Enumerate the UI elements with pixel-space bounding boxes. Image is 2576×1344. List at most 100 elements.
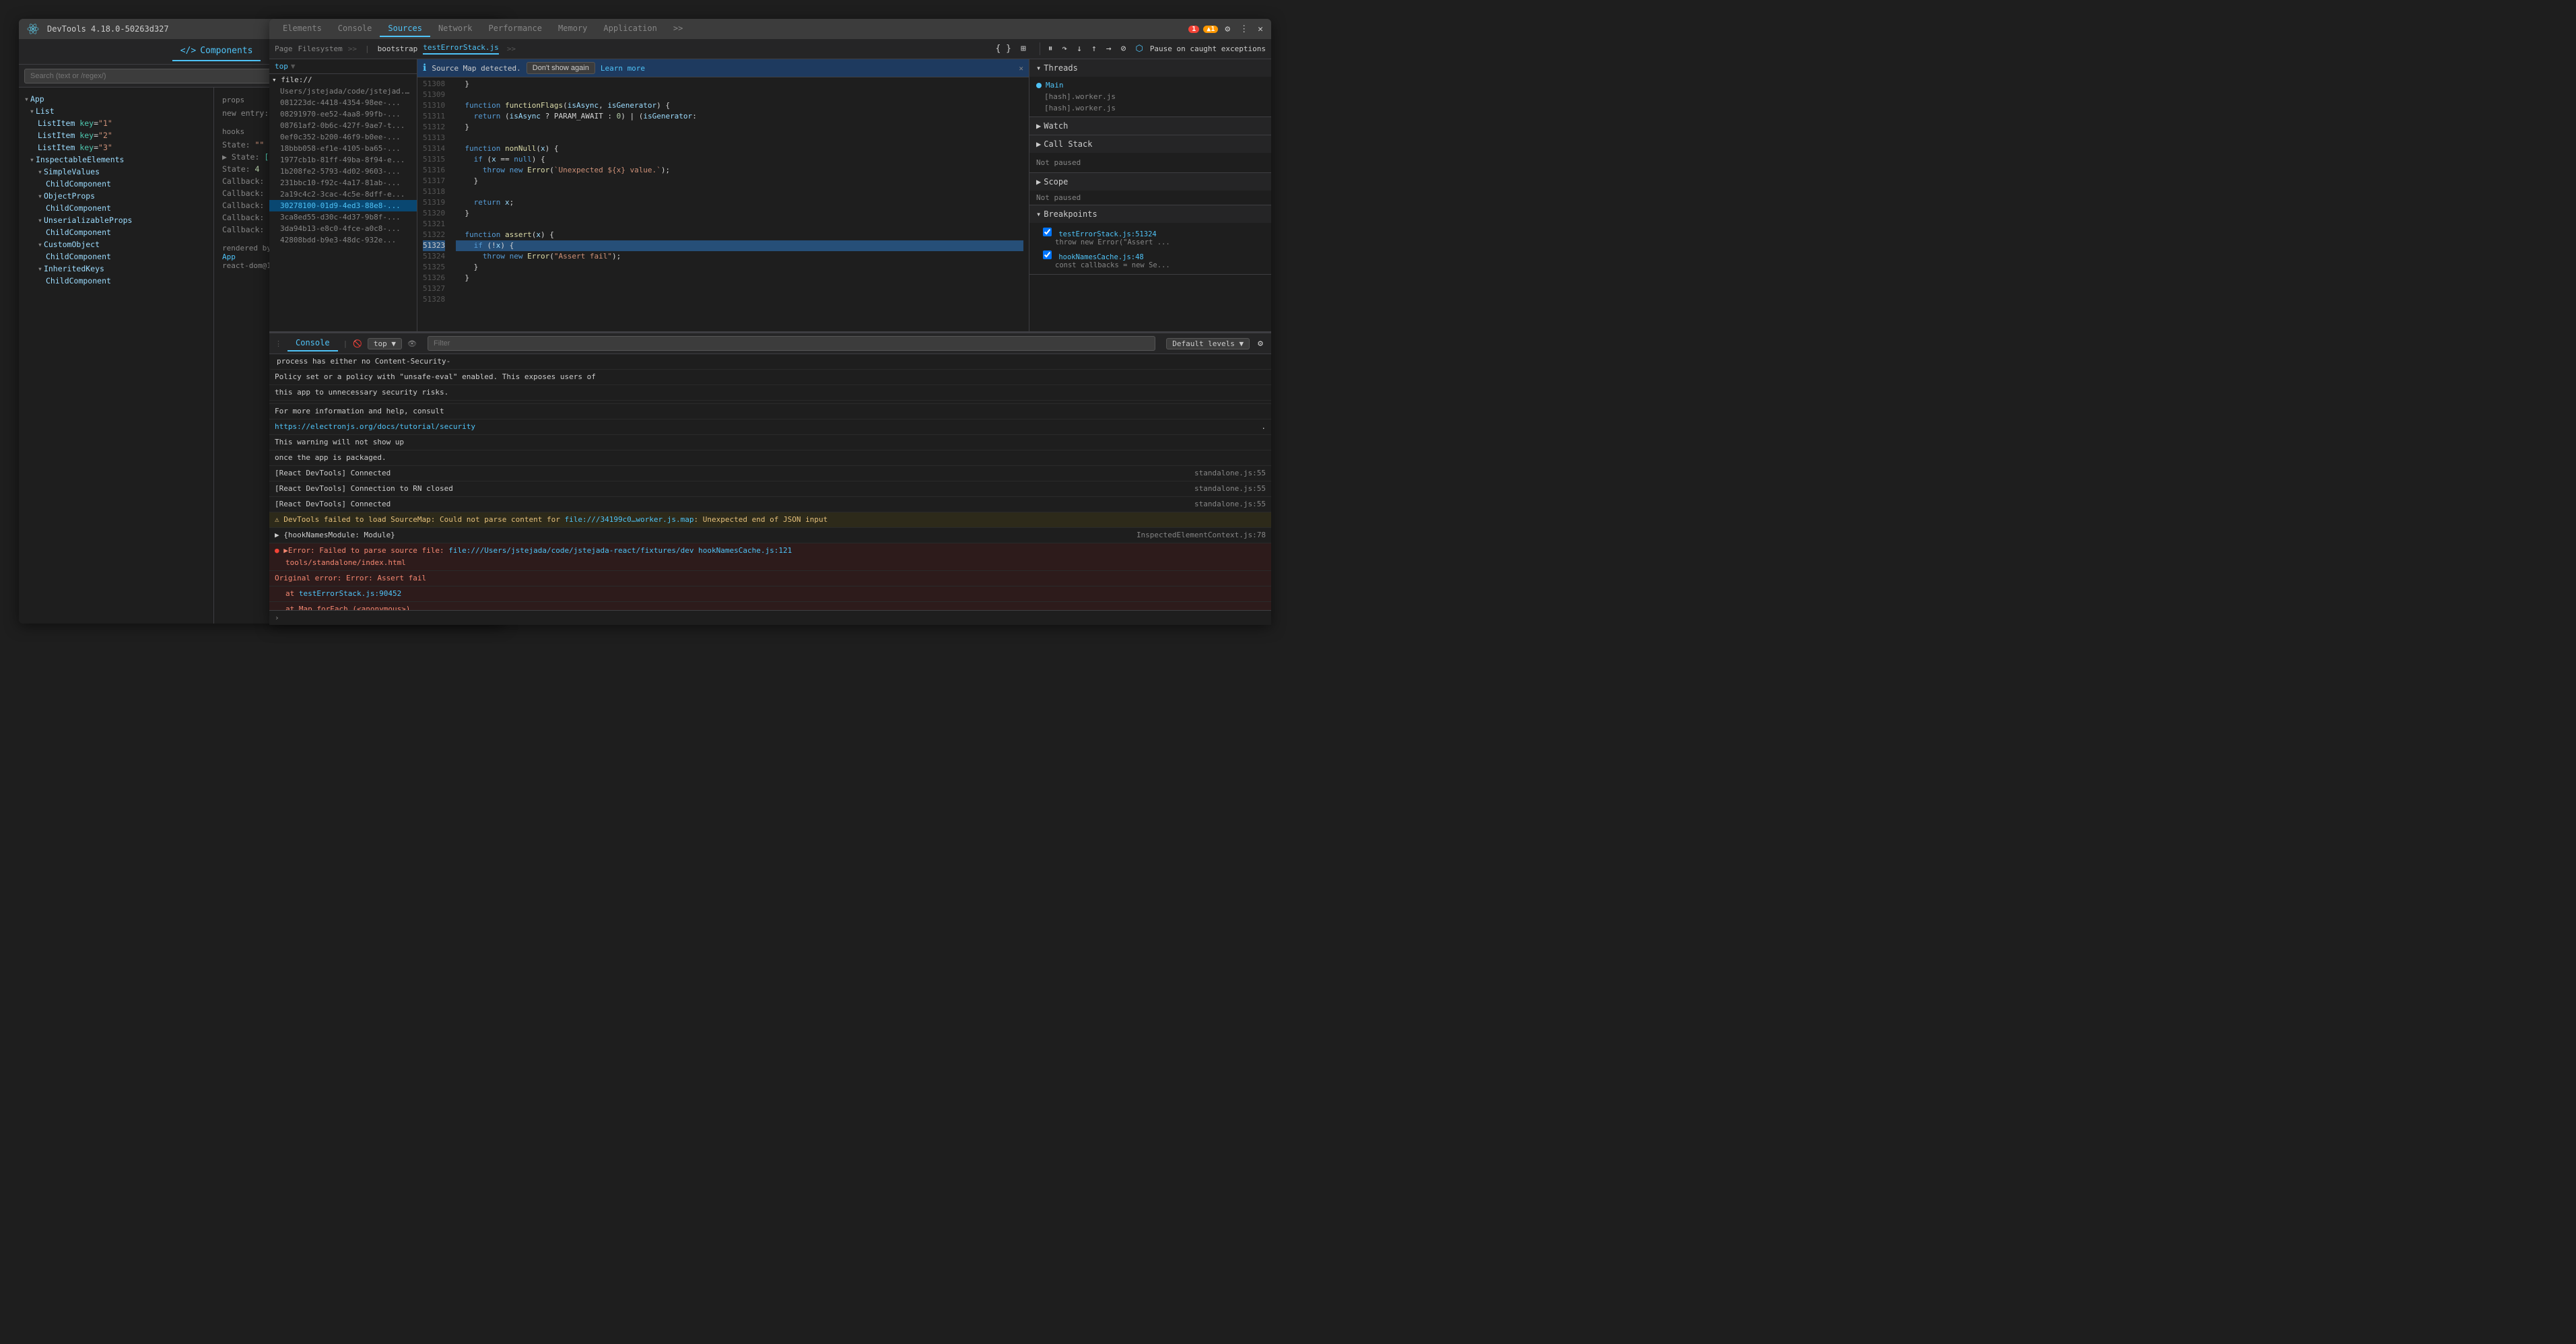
tree-item-unserializable[interactable]: ▾UnserializableProps <box>19 214 213 226</box>
threads-header[interactable]: ▾ Threads <box>1029 59 1271 77</box>
source-standalone3[interactable]: standalone.js:55 <box>1194 498 1266 510</box>
thread-worker2: [hash].worker.js <box>1036 102 1264 114</box>
deactivate-icon[interactable]: ⊘ <box>1118 42 1129 55</box>
tree-item-listitem1[interactable]: ListItem key="1" <box>19 117 213 129</box>
clear-console-icon[interactable]: 🚫 <box>353 339 362 348</box>
bp-checkbox-2[interactable] <box>1043 250 1052 259</box>
watch-header[interactable]: ▶ Watch <box>1029 117 1271 135</box>
tree-item-simple[interactable]: ▾SimpleValues <box>19 166 213 178</box>
tree-item-child4[interactable]: ChildComponent <box>19 250 213 263</box>
tree-item-listitem3[interactable]: ListItem key="3" <box>19 141 213 154</box>
tab-elements[interactable]: Elements <box>275 21 330 37</box>
context-arrow[interactable]: ▼ <box>291 62 296 71</box>
tree-item-listitem2[interactable]: ListItem key="2" <box>19 129 213 141</box>
close-icon[interactable]: ✕ <box>1255 23 1266 36</box>
pause-exceptions-icon[interactable]: ⬡ <box>1132 42 1145 55</box>
file-item-7[interactable]: 1b208fe2-5793-4d02-9603-... <box>269 166 417 177</box>
tab-performance[interactable]: Performance <box>481 21 550 37</box>
source-standalone1[interactable]: standalone.js:55 <box>1194 467 1266 479</box>
file-item-6[interactable]: 1977cb1b-81ff-49ba-8f94-e... <box>269 154 417 166</box>
console-drag-icon[interactable]: ⋮ <box>275 339 282 348</box>
file-item-8[interactable]: 231bbc10-f92c-4a17-81ab-... <box>269 177 417 189</box>
tree-item-inherited[interactable]: ▾InheritedKeys <box>19 263 213 275</box>
file-item-0[interactable]: Users/jstejada/code/jstejad... <box>269 86 417 97</box>
thread-worker1-label[interactable]: [hash].worker.js <box>1044 92 1116 101</box>
breakpoints-header[interactable]: ▾ Breakpoints <box>1029 205 1271 223</box>
tree-item-child1[interactable]: ChildComponent <box>19 178 213 190</box>
page-label[interactable]: Page <box>275 44 293 53</box>
step-icon[interactable]: → <box>1104 42 1114 55</box>
console-filter-input[interactable] <box>428 336 1155 351</box>
watch-label: Watch <box>1044 121 1068 131</box>
banner-close-icon[interactable]: ✕ <box>1019 64 1023 73</box>
file-item-1[interactable]: 081223dc-4418-4354-98ee-... <box>269 97 417 108</box>
step-out-icon[interactable]: ↑ <box>1089 42 1099 55</box>
pause-icon[interactable]: ⏸ <box>1046 42 1056 55</box>
tree-item-list[interactable]: ▾List <box>19 105 213 117</box>
thread-worker2-label[interactable]: [hash].worker.js <box>1044 104 1116 112</box>
file-item-5[interactable]: 18bbb058-ef1e-4105-ba65-... <box>269 143 417 154</box>
thread-main-label[interactable]: Main <box>1046 81 1064 90</box>
tree-item-child5[interactable]: ChildComponent <box>19 275 213 287</box>
electron-security-link[interactable]: https://electronjs.org/docs/tutorial/sec… <box>275 421 475 433</box>
rendered-by-app[interactable]: App <box>222 253 236 261</box>
top-context[interactable]: top <box>275 62 288 71</box>
tree-item-app[interactable]: ▾App <box>19 93 213 105</box>
pause-on-caught[interactable]: Pause on caught exceptions <box>1150 44 1266 53</box>
scope-header[interactable]: ▶ Scope <box>1029 173 1271 191</box>
source-tab-bootstrap[interactable]: bootstrap <box>378 44 418 53</box>
sourcemap-link[interactable]: file:///34199c0…worker.js.map <box>564 515 693 524</box>
file-item-11[interactable]: 3ca8ed55-d30c-4d37-9b8f-... <box>269 211 417 223</box>
bp-file-2[interactable]: hookNamesCache.js:48 <box>1058 253 1143 261</box>
format-icon[interactable]: { } <box>993 42 1014 55</box>
tab-sources[interactable]: Sources <box>380 21 430 37</box>
console-input[interactable] <box>282 613 1266 622</box>
bp-file-1[interactable]: testErrorStack.js:51324 <box>1058 230 1156 238</box>
call-stack-header[interactable]: ▶ Call Stack <box>1029 135 1271 153</box>
console-settings-icon[interactable]: ⚙ <box>1255 337 1266 350</box>
eye-icon[interactable]: 👁 <box>407 339 417 348</box>
tree-item-inspectable[interactable]: ▾InspectableElements <box>19 154 213 166</box>
file-item-12[interactable]: 3da94b13-e8c0-4fce-a0c8-... <box>269 223 417 234</box>
tree-item-custom[interactable]: ▾CustomObject <box>19 238 213 250</box>
source-map-text: Source Map detected. <box>432 64 520 73</box>
file-item-4[interactable]: 0ef0c352-b200-46f9-b0ee-... <box>269 131 417 143</box>
log-level-selector[interactable]: Default levels ▼ <box>1166 338 1250 349</box>
tab-more[interactable]: >> <box>665 21 691 37</box>
error-file-link[interactable]: file:///Users/jstejada/code/jstejada-rea… <box>448 546 693 555</box>
active-thread-dot <box>1036 83 1042 88</box>
filesystem-label[interactable]: Filesystem <box>298 44 343 53</box>
settings-icon[interactable]: ⚙ <box>1222 23 1233 36</box>
file-item-13[interactable]: 42808bdd-b9e3-48dc-932e... <box>269 234 417 246</box>
more-sources[interactable]: >> <box>348 44 357 53</box>
tree-item-objectprops[interactable]: ▾ObjectProps <box>19 190 213 202</box>
tab-application[interactable]: Application <box>595 21 665 37</box>
more-files[interactable]: >> <box>507 44 516 53</box>
tab-components[interactable]: </> Components <box>172 42 261 61</box>
file-item-2[interactable]: 08291970-ee52-4aa8-99fb-... <box>269 108 417 120</box>
file-item-3[interactable]: 08761af2-0b6c-427f-9ae7-t... <box>269 120 417 131</box>
console-tab[interactable]: Console <box>287 335 338 351</box>
learn-more-link[interactable]: Learn more <box>601 64 645 73</box>
console-line-hooknames1: ▶ {hookNamesModule: Module} InspectedEle… <box>269 528 1271 543</box>
step-into-icon[interactable]: ↓ <box>1074 42 1085 55</box>
source-standalone2[interactable]: standalone.js:55 <box>1194 483 1266 495</box>
dock-icon[interactable]: ⊞ <box>1018 42 1029 55</box>
file-item-9[interactable]: 2a19c4c2-3cac-4c5e-8dff-e... <box>269 189 417 200</box>
more-icon[interactable]: ⋮ <box>1237 23 1251 36</box>
dont-show-button[interactable]: Don't show again <box>527 62 595 74</box>
file-item-10[interactable]: 30278100-01d9-4ed3-88e8-... <box>269 200 417 211</box>
file-tree-root[interactable]: ▾ file:// <box>269 74 417 86</box>
hooknames-cache-link[interactable]: hookNamesCache.js:121 <box>698 546 792 555</box>
tree-item-child3[interactable]: ChildComponent <box>19 226 213 238</box>
bp-checkbox-1[interactable] <box>1043 228 1052 236</box>
step-over-icon[interactable]: ↷ <box>1059 42 1070 55</box>
tree-item-child2[interactable]: ChildComponent <box>19 202 213 214</box>
tab-memory[interactable]: Memory <box>550 21 595 37</box>
context-selector[interactable]: top ▼ <box>368 338 402 349</box>
stack-link-1[interactable]: testErrorStack.js:90452 <box>299 589 401 598</box>
source-tab-testerror[interactable]: testErrorStack.js <box>423 43 499 55</box>
tab-console[interactable]: Console <box>330 21 380 37</box>
source-hooknames1[interactable]: InspectedElementContext.js:78 <box>1137 529 1266 541</box>
tab-network[interactable]: Network <box>430 21 481 37</box>
